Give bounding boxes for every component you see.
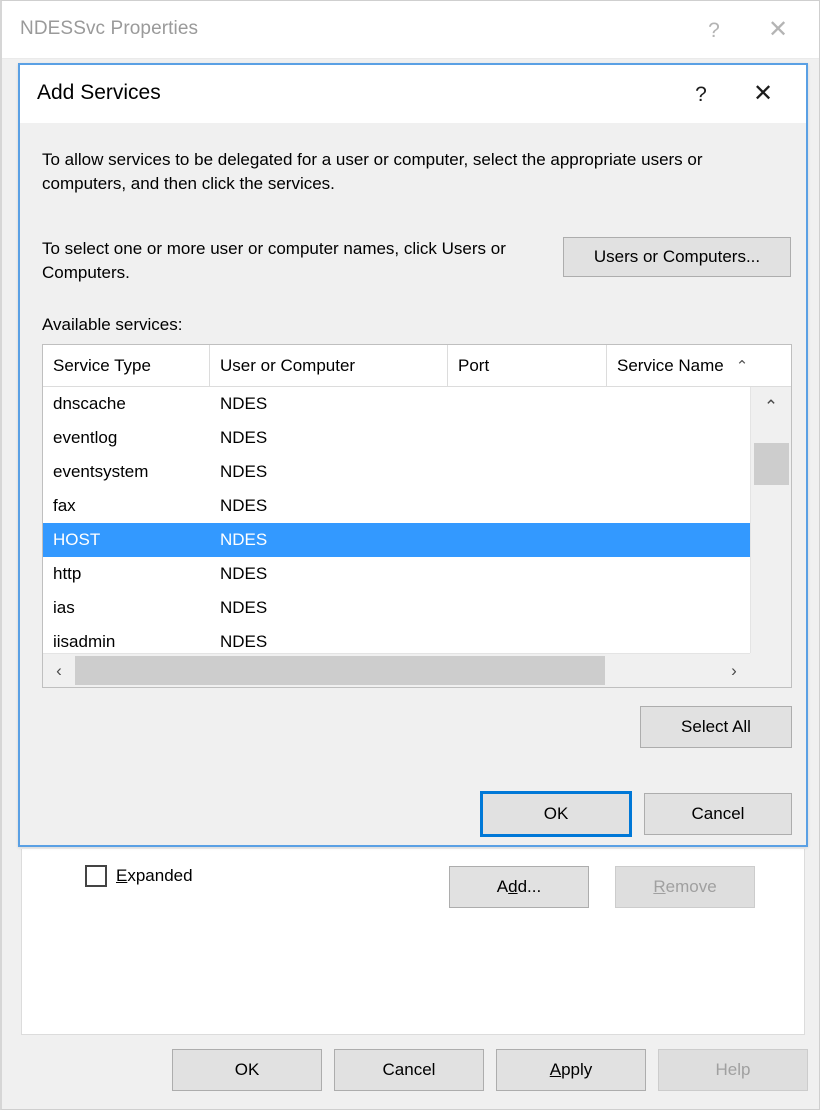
add-button[interactable]: Add...	[449, 866, 589, 908]
outer-window-titlebar: NDESSvc Properties ? ✕	[2, 1, 819, 59]
cell-user-or-computer: NDES	[210, 530, 448, 550]
expanded-checkbox[interactable]	[85, 865, 107, 887]
cell-user-or-computer: NDES	[210, 462, 448, 482]
column-header-service-type[interactable]: Service Type	[43, 345, 210, 386]
cell-user-or-computer: NDES	[210, 394, 448, 414]
cell-service-type: eventlog	[43, 428, 210, 448]
instruction-text-secondary: To select one or more user or computer n…	[42, 237, 552, 285]
delegation-tab-panel: Expanded Add... Remove	[21, 849, 805, 1035]
table-row[interactable]: HOSTNDES	[43, 523, 750, 557]
close-icon[interactable]: ✕	[749, 1, 807, 59]
vertical-scrollbar-thumb[interactable]	[754, 443, 789, 485]
footer-ok-button[interactable]: OK	[172, 1049, 322, 1091]
expanded-accel-char: E	[116, 866, 127, 885]
horizontal-scrollbar-thumb[interactable]	[75, 656, 605, 685]
outer-window-title: NDESSvc Properties	[20, 18, 198, 40]
cell-service-type: ias	[43, 598, 210, 618]
cell-user-or-computer: NDES	[210, 598, 448, 618]
scrollbar-corner	[750, 653, 791, 687]
add-services-cancel-button[interactable]: Cancel	[644, 793, 792, 835]
listview-header-row: Service Type User or Computer Port Servi…	[43, 345, 791, 387]
cell-user-or-computer: NDES	[210, 496, 448, 516]
remove-button-rest: emove	[666, 877, 717, 897]
cell-service-type: dnscache	[43, 394, 210, 414]
sort-ascending-icon: ⌃	[736, 357, 749, 375]
outer-window-ndessvc-properties: NDESSvc Properties ? ✕ Expanded Add... R…	[0, 0, 820, 1110]
listview-rows-container: dnscacheNDESeventlogNDESeventsystemNDESf…	[43, 387, 750, 655]
table-row[interactable]: dnscacheNDES	[43, 387, 750, 421]
add-services-dialog: Add Services ? ✕ To allow services to be…	[18, 63, 808, 847]
help-icon[interactable]: ?	[685, 1, 743, 59]
remove-button-accel-char: R	[653, 877, 665, 897]
cell-service-type: eventsystem	[43, 462, 210, 482]
table-row[interactable]: iisadminNDES	[43, 625, 750, 655]
listview-horizontal-scrollbar[interactable]: ‹ ›	[43, 653, 750, 687]
listview-vertical-scrollbar[interactable]: ⌃ ⌄	[750, 387, 791, 688]
add-services-title: Add Services	[37, 81, 161, 105]
cell-service-type: HOST	[43, 530, 210, 550]
close-icon[interactable]: ✕	[734, 65, 792, 123]
remove-button: Remove	[615, 866, 755, 908]
add-services-titlebar: Add Services ? ✕	[20, 65, 806, 123]
cell-service-type: iisadmin	[43, 632, 210, 652]
available-services-listview[interactable]: Service Type User or Computer Port Servi…	[42, 344, 792, 688]
table-row[interactable]: eventlogNDES	[43, 421, 750, 455]
column-header-port[interactable]: Port	[448, 345, 607, 386]
expanded-checkbox-label: Expanded	[116, 866, 193, 886]
apply-button-rest: pply	[561, 1060, 592, 1080]
cell-user-or-computer: NDES	[210, 632, 448, 652]
chevron-right-icon[interactable]: ›	[718, 654, 750, 687]
add-button-accel-char: d	[508, 877, 517, 897]
chevron-left-icon[interactable]: ‹	[43, 654, 75, 687]
table-row[interactable]: iasNDES	[43, 591, 750, 625]
table-row[interactable]: httpNDES	[43, 557, 750, 591]
footer-cancel-button[interactable]: Cancel	[334, 1049, 484, 1091]
users-or-computers-button[interactable]: Users or Computers...	[563, 237, 791, 277]
add-services-ok-button[interactable]: OK	[480, 791, 632, 837]
footer-help-button: Help	[658, 1049, 808, 1091]
expanded-label-rest: xpanded	[127, 866, 192, 885]
help-icon[interactable]: ?	[672, 65, 730, 123]
available-services-label: Available services:	[42, 315, 182, 335]
column-header-user-or-computer[interactable]: User or Computer	[210, 345, 448, 386]
cell-user-or-computer: NDES	[210, 564, 448, 584]
table-row[interactable]: eventsystemNDES	[43, 455, 750, 489]
select-all-button[interactable]: Select All	[640, 706, 792, 748]
cell-user-or-computer: NDES	[210, 428, 448, 448]
add-button-prefix: A	[497, 877, 508, 897]
column-header-service-name[interactable]: Service Name⌃	[607, 345, 767, 386]
apply-button-accel-char: A	[550, 1060, 561, 1080]
add-services-body: To allow services to be delegated for a …	[20, 123, 806, 845]
add-button-rest: d...	[518, 877, 542, 897]
outer-window-footer: OK Cancel Apply Help	[2, 1041, 819, 1111]
expanded-checkbox-row[interactable]: Expanded	[85, 865, 193, 887]
table-row[interactable]: faxNDES	[43, 489, 750, 523]
chevron-up-icon[interactable]: ⌃	[751, 387, 791, 427]
cell-service-type: fax	[43, 496, 210, 516]
instruction-text-primary: To allow services to be delegated for a …	[42, 148, 790, 196]
footer-apply-button[interactable]: Apply	[496, 1049, 646, 1091]
cell-service-type: http	[43, 564, 210, 584]
